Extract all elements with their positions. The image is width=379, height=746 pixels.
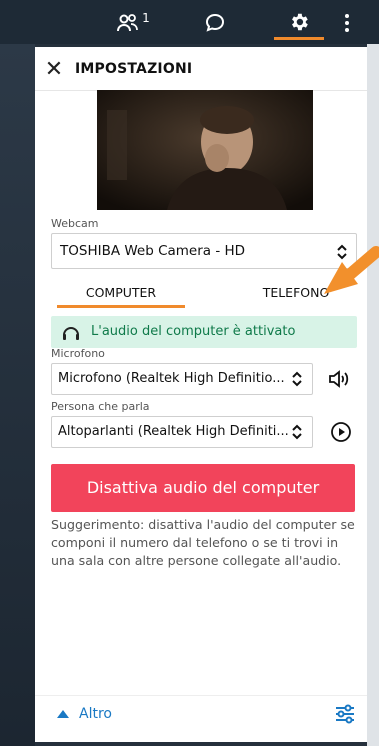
webcam-select[interactable]: TOSHIBA Web Camera - HD bbox=[51, 233, 357, 269]
close-icon[interactable]: ✕ bbox=[43, 59, 65, 81]
microphone-select[interactable]: Microfono (Realtek High Definitio... bbox=[51, 363, 313, 395]
panel-title: IMPOSTAZIONI bbox=[75, 61, 193, 77]
caret-up-icon bbox=[57, 710, 69, 718]
settings-panel: ✕ IMPOSTAZIONI Webcam TOSHIBA Web Camera… bbox=[35, 47, 367, 742]
speaker-test-button[interactable] bbox=[329, 420, 353, 444]
webcam-label: Webcam bbox=[51, 217, 99, 230]
chevron-updown-icon bbox=[292, 424, 302, 440]
kebab-icon bbox=[345, 14, 349, 32]
headset-icon bbox=[63, 327, 79, 340]
chat-button[interactable] bbox=[190, 6, 240, 40]
audio-status-notice: L'audio del computer è attivato bbox=[51, 316, 357, 348]
app-window: 1 ✕ IMPOSTAZIONI Webcam TOSHIBA Web Came… bbox=[0, 0, 379, 746]
tab-computer[interactable]: COMPUTER bbox=[57, 282, 185, 308]
speaker-select[interactable]: Altoparlanti (Realtek High Definiti... bbox=[51, 416, 313, 448]
panel-footer: Altro bbox=[35, 695, 367, 742]
people-icon bbox=[117, 14, 139, 32]
more-menu-button[interactable] bbox=[333, 6, 361, 40]
participants-count: 1 bbox=[142, 11, 150, 25]
panel-header: ✕ IMPOSTAZIONI bbox=[35, 47, 367, 91]
webcam-preview bbox=[97, 90, 313, 210]
chevron-updown-icon bbox=[292, 371, 302, 387]
microphone-select-value: Microfono (Realtek High Definitio... bbox=[58, 371, 285, 386]
suggestion-text: Suggerimento: disattiva l'audio del comp… bbox=[51, 517, 355, 568]
chat-icon bbox=[205, 13, 225, 32]
top-toolbar: 1 bbox=[0, 0, 379, 44]
webcam-image bbox=[97, 90, 313, 210]
more-toggle[interactable]: Altro bbox=[57, 706, 112, 722]
background-left-strip bbox=[0, 44, 35, 746]
more-label: Altro bbox=[79, 706, 112, 722]
settings-button[interactable] bbox=[274, 6, 324, 40]
audio-tabs: COMPUTER TELEFONO bbox=[51, 282, 357, 308]
participants-button[interactable]: 1 bbox=[108, 6, 158, 40]
mute-computer-audio-button[interactable]: Disattiva audio del computer bbox=[51, 464, 355, 512]
speaker-label: Persona che parla bbox=[51, 400, 150, 413]
background-right-strip bbox=[367, 44, 379, 746]
audio-status-text: L'audio del computer è attivato bbox=[91, 324, 296, 339]
webcam-select-value: TOSHIBA Web Camera - HD bbox=[60, 243, 246, 259]
mic-test-button[interactable] bbox=[327, 367, 351, 391]
annotation-arrow bbox=[324, 246, 379, 294]
speaker-volume-icon bbox=[329, 370, 349, 388]
play-circle-icon bbox=[331, 422, 351, 442]
gear-icon bbox=[292, 13, 308, 30]
sliders-icon[interactable] bbox=[333, 702, 357, 726]
microphone-label: Microfono bbox=[51, 347, 105, 360]
speaker-select-value: Altoparlanti (Realtek High Definiti... bbox=[58, 424, 288, 439]
